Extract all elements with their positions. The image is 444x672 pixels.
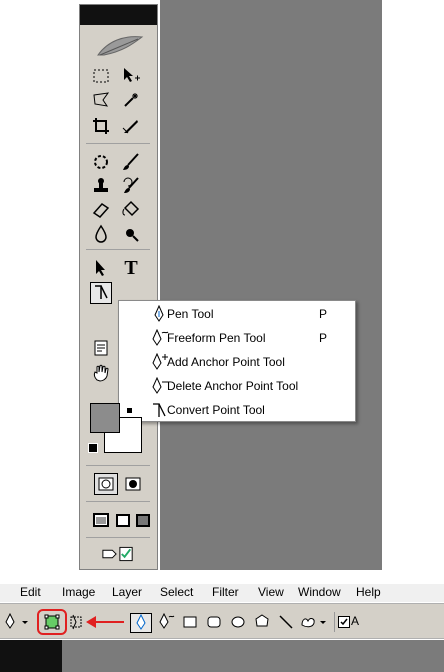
flyout-item-freeform-pen-tool[interactable]: Freeform Pen Tool P xyxy=(119,327,355,349)
flyout-item-label: Delete Anchor Point Tool xyxy=(167,379,299,393)
auto-add-delete-label: A xyxy=(351,614,360,628)
drop-icon[interactable] xyxy=(90,223,112,245)
line-shape-icon[interactable] xyxy=(276,613,296,631)
selected-bullet-icon xyxy=(127,408,132,413)
jump-to-imageready-icon[interactable] xyxy=(100,543,136,565)
screen-mode-full-menu-icon[interactable] xyxy=(112,509,134,531)
pen-icon xyxy=(154,305,164,322)
tool-preset-pen-icon[interactable] xyxy=(0,613,20,631)
flyout-item-delete-anchor-point-tool[interactable]: Delete Anchor Point Tool xyxy=(119,375,355,397)
menu-help[interactable]: Help xyxy=(356,585,381,599)
flyout-item-label: Add Anchor Point Tool xyxy=(167,355,285,369)
rect-marquee-icon[interactable] xyxy=(90,65,112,87)
stamp-icon[interactable] xyxy=(90,175,112,197)
ellipse-shape-icon[interactable] xyxy=(228,613,248,631)
magic-wand-icon[interactable] xyxy=(120,89,142,111)
flyout-item-label: Convert Point Tool xyxy=(167,403,265,417)
dodge-icon[interactable] xyxy=(120,223,142,245)
foreground-color-swatch[interactable] xyxy=(90,403,120,433)
pen-tool-option-icon[interactable] xyxy=(130,613,152,633)
flyout-item-shortcut: P xyxy=(319,307,328,321)
screen-mode-standard-icon[interactable] xyxy=(90,509,112,531)
flyout-item-label: Freeform Pen Tool xyxy=(167,331,266,345)
menu-filter[interactable]: Filter xyxy=(212,585,239,599)
bucket-icon[interactable] xyxy=(120,199,142,221)
hand-icon[interactable] xyxy=(90,362,112,384)
flyout-item-label: Pen Tool xyxy=(167,307,214,321)
flyout-item-convert-point-tool[interactable]: Convert Point Tool xyxy=(119,399,355,421)
paths-mode-icon[interactable] xyxy=(66,613,86,631)
tools-palette: T xyxy=(79,4,158,570)
polygon-shape-icon[interactable] xyxy=(252,613,272,631)
standard-mode-icon[interactable] xyxy=(94,473,118,495)
screen-mode-full-icon[interactable] xyxy=(132,509,154,531)
feather-logo-icon xyxy=(97,36,144,56)
history-brush-icon[interactable] xyxy=(120,175,142,197)
menu-layer[interactable]: Layer xyxy=(112,585,142,599)
palette-header-dark xyxy=(0,640,62,672)
healing-icon[interactable] xyxy=(90,151,112,173)
notes-icon[interactable] xyxy=(90,337,112,359)
preset-dropdown-chevron-icon[interactable] xyxy=(20,613,30,631)
menu-bar: Edit Image Layer Select Filter View Wind… xyxy=(0,584,444,602)
freeform-pen-option-icon[interactable] xyxy=(156,613,176,631)
rectangle-shape-icon[interactable] xyxy=(180,613,200,631)
default-colors-icon[interactable] xyxy=(88,443,98,453)
options-bar: A xyxy=(0,603,444,639)
move-icon[interactable] xyxy=(120,65,142,87)
brush-icon[interactable] xyxy=(120,151,142,173)
palette-title-bar[interactable] xyxy=(80,5,157,25)
convert-point-icon xyxy=(153,403,166,417)
crop-icon[interactable] xyxy=(90,115,112,137)
slice-icon[interactable] xyxy=(120,115,142,137)
arrow-icon[interactable] xyxy=(90,257,112,279)
lasso-icon[interactable] xyxy=(90,89,112,111)
menu-window[interactable]: Window xyxy=(298,585,341,599)
delete-anchor-icon xyxy=(152,377,168,394)
type-tool-label: T xyxy=(124,256,138,279)
type-icon[interactable]: T xyxy=(120,257,142,279)
eraser-icon[interactable] xyxy=(90,199,112,221)
custom-shape-dropdown-chevron-icon[interactable] xyxy=(318,613,328,631)
custom-shape-icon[interactable] xyxy=(298,613,318,631)
options-separator xyxy=(334,612,335,632)
menu-select[interactable]: Select xyxy=(160,585,193,599)
quick-mask-mode-icon[interactable] xyxy=(122,473,144,495)
flyout-item-shortcut: P xyxy=(319,331,328,345)
workspace-strip xyxy=(0,640,444,672)
menu-image[interactable]: Image xyxy=(62,585,95,599)
canvas-area xyxy=(160,0,382,570)
red-arrow-icon xyxy=(86,616,124,628)
menu-view[interactable]: View xyxy=(258,585,284,599)
auto-add-delete-checkbox[interactable] xyxy=(338,616,350,628)
flyout-item-pen-tool[interactable]: Pen Tool P xyxy=(119,303,355,325)
pen-tool-flyout-menu: Pen Tool P Freeform Pen Tool P Add Ancho… xyxy=(118,300,356,422)
shape-layers-icon[interactable] xyxy=(42,613,62,631)
rounded-rectangle-shape-icon[interactable] xyxy=(204,613,224,631)
flyout-item-add-anchor-point-tool[interactable]: Add Anchor Point Tool xyxy=(119,351,355,373)
menu-edit[interactable]: Edit xyxy=(20,585,41,599)
add-anchor-icon xyxy=(152,353,168,370)
freeform-pen-icon xyxy=(152,329,169,346)
convert-point-icon[interactable] xyxy=(90,282,112,304)
